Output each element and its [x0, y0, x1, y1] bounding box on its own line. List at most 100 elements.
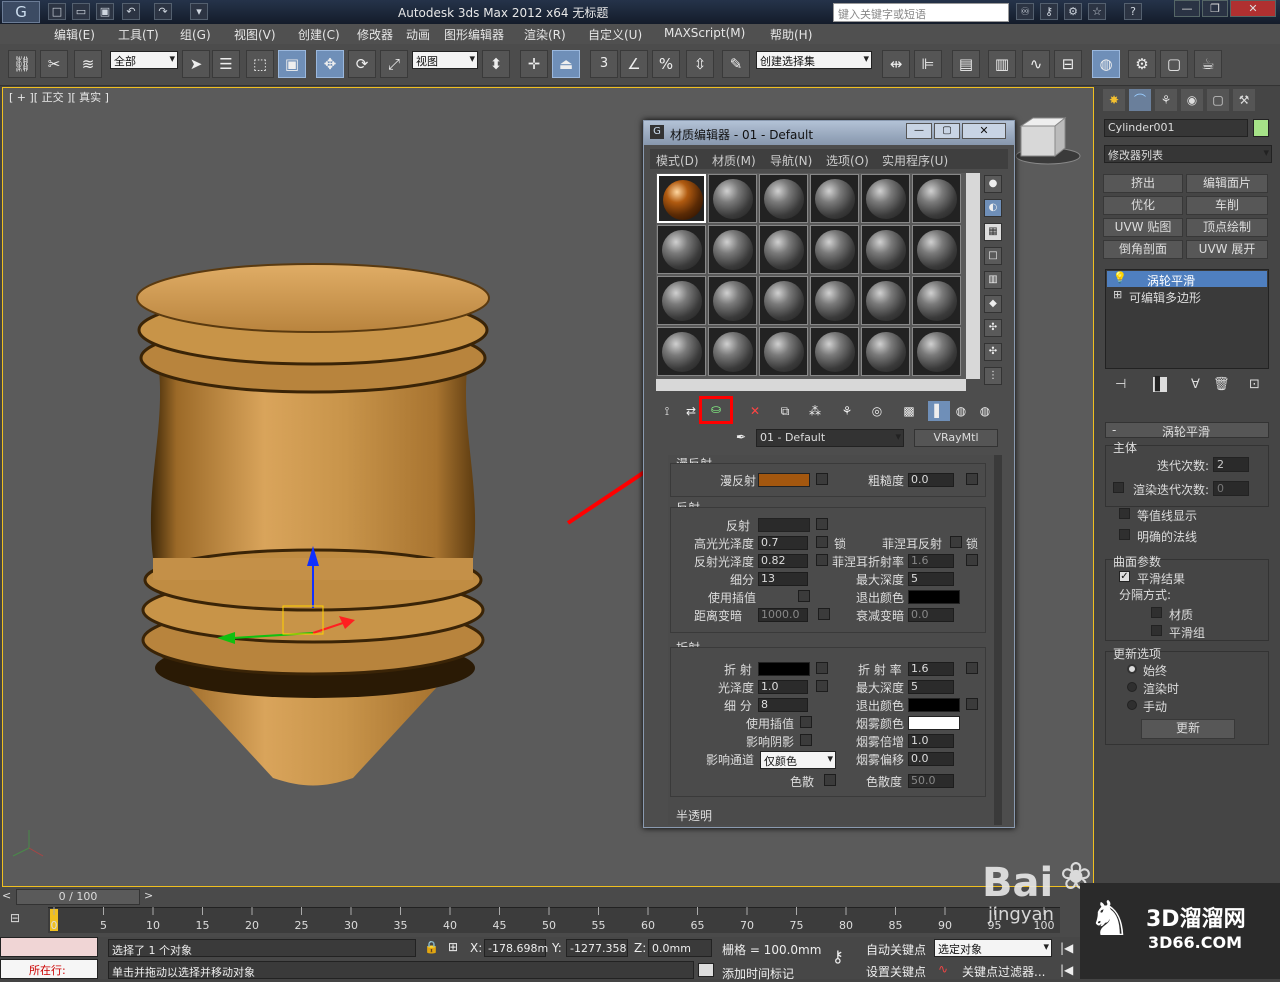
refract-color-swatch[interactable]: [758, 662, 810, 676]
help-icon[interactable]: ?: [1124, 3, 1142, 20]
sample-type-icon[interactable]: ●: [984, 175, 1002, 193]
me-maximize-button[interactable]: ▢: [934, 123, 960, 139]
slots-vertical-scrollbar[interactable]: [966, 173, 980, 379]
selection-filter-dropdown[interactable]: 全部: [110, 51, 178, 69]
add-time-tag-icon[interactable]: [698, 963, 714, 977]
absolute-mode-icon[interactable]: ⊞: [448, 940, 458, 954]
material-name-field[interactable]: 01 - Default: [756, 429, 904, 447]
angle-snap-icon[interactable]: ∠: [620, 50, 648, 78]
open-mini-curve-editor-icon[interactable]: ⊟: [10, 911, 20, 925]
x-coordinate-field[interactable]: -178.698m: [484, 939, 548, 957]
translucency-section-label[interactable]: 半透明: [676, 807, 712, 824]
select-manipulate-icon[interactable]: ✛: [520, 50, 548, 78]
diffuse-map-button[interactable]: [816, 473, 828, 485]
select-object-icon[interactable]: ➤: [182, 50, 210, 78]
menu-animation[interactable]: 动画: [406, 26, 430, 43]
pick-material-eyedropper-icon[interactable]: ✒: [730, 427, 752, 447]
hilight-map-button[interactable]: [816, 536, 828, 548]
reset-map-delete-icon[interactable]: ✕: [744, 401, 766, 421]
make-material-copy-icon[interactable]: ⧉: [774, 401, 796, 421]
fog-bias-spinner[interactable]: 0.0: [908, 752, 954, 766]
smooth-result-checkbox[interactable]: ✓: [1119, 571, 1130, 582]
put-to-library-icon[interactable]: ⚘: [836, 401, 858, 421]
select-scale-icon[interactable]: ⤢: [380, 50, 408, 78]
select-move-icon[interactable]: ✥: [316, 50, 344, 78]
sample-slot[interactable]: [861, 174, 910, 223]
spinner-snap-icon[interactable]: ⇳: [686, 50, 714, 78]
r-use-interp-checkbox[interactable]: [800, 716, 812, 728]
minimize-button[interactable]: —: [1174, 0, 1200, 17]
material-type-button[interactable]: VRayMtl: [914, 429, 998, 447]
named-selection-dropdown[interactable]: 创建选择集: [756, 51, 872, 69]
rendered-frame-window-icon[interactable]: ▢: [1160, 50, 1188, 78]
turned-wooden-model[interactable]: [136, 263, 490, 786]
viewcube-icon[interactable]: [1015, 116, 1081, 165]
open-file-icon[interactable]: ▭: [72, 3, 90, 20]
material-editor-title-bar[interactable]: G 材质编辑器 - 01 - Default — ▢ ✕: [644, 121, 1014, 145]
slots-horizontal-scrollbar[interactable]: [656, 379, 966, 391]
show-shaded-material-icon[interactable]: ▩: [898, 401, 920, 421]
go-to-parent-icon[interactable]: ◍: [950, 401, 972, 421]
go-to-start-icon[interactable]: |◀: [1060, 941, 1073, 955]
menu-group[interactable]: 组(G): [180, 26, 211, 43]
abbe-spinner[interactable]: 50.0: [908, 774, 954, 788]
redo-icon[interactable]: ↷: [154, 3, 172, 20]
mirror-icon[interactable]: ⇹: [882, 50, 910, 78]
object-name-field[interactable]: Cylinder001: [1104, 119, 1248, 137]
use-interp-checkbox[interactable]: [798, 590, 810, 602]
sample-uv-tiling-icon[interactable]: □: [984, 247, 1002, 265]
link-icon[interactable]: ⛓: [8, 50, 36, 78]
undo-icon[interactable]: ↶: [122, 3, 140, 20]
object-color-swatch[interactable]: [1253, 119, 1269, 137]
sample-slot[interactable]: [810, 276, 859, 325]
stack-item-turbosmooth[interactable]: 💡 涡轮平滑: [1107, 271, 1267, 288]
get-material-icon[interactable]: ⟟: [656, 401, 678, 421]
refl-gloss-map-button[interactable]: [816, 554, 828, 566]
unlink-icon[interactable]: ✂: [40, 50, 68, 78]
mod-btn-edit-patch[interactable]: 编辑面片: [1186, 174, 1268, 193]
time-slider[interactable]: 0 / 100: [16, 889, 140, 905]
selected-object-dropdown[interactable]: 选定对象: [934, 939, 1052, 957]
align-icon[interactable]: ⊫: [914, 50, 942, 78]
close-window-button[interactable]: ✕: [1230, 0, 1276, 17]
rect-selection-icon[interactable]: ⬚: [246, 50, 274, 78]
key-icon[interactable]: ⚷: [1040, 3, 1058, 20]
modifier-stack[interactable]: 💡 涡轮平滑 ⊞ 可编辑多边形: [1105, 269, 1269, 369]
video-color-check-icon[interactable]: ▥: [984, 271, 1002, 289]
mod-btn-extrude[interactable]: 挤出: [1103, 174, 1183, 193]
ior-map-button[interactable]: [966, 662, 978, 674]
bind-space-warp-icon[interactable]: ≋: [74, 50, 102, 78]
options-icon[interactable]: ✣: [984, 319, 1002, 337]
parameters-scrollbar[interactable]: [994, 455, 1002, 825]
graphite-tools-icon[interactable]: ▥: [988, 50, 1016, 78]
pivot-center-icon[interactable]: ⬍: [482, 50, 510, 78]
diffuse-color-swatch[interactable]: [758, 473, 810, 487]
auto-key-button[interactable]: 自动关键点: [866, 941, 926, 958]
percent-snap-icon[interactable]: %: [652, 50, 680, 78]
fresnel-ior-spinner[interactable]: 1.6: [908, 554, 954, 568]
slider-prev-icon[interactable]: <: [2, 889, 11, 902]
sample-slot[interactable]: [759, 327, 808, 376]
refract-map-button[interactable]: [816, 662, 828, 674]
sample-slot[interactable]: [657, 225, 706, 274]
affect-channels-dropdown[interactable]: 仅颜色: [760, 751, 836, 769]
sample-slot[interactable]: [912, 174, 961, 223]
r-exit-color-swatch[interactable]: [908, 698, 960, 712]
search-input[interactable]: 键入关键字或短语: [833, 3, 1009, 22]
menu-maxscript[interactable]: MAXScript(M): [664, 26, 745, 40]
sample-slot[interactable]: [912, 225, 961, 274]
menu-edit[interactable]: 编辑(E): [54, 26, 95, 43]
sample-slot[interactable]: [708, 174, 757, 223]
layer-manager-icon[interactable]: ▤: [952, 50, 980, 78]
create-tab-icon[interactable]: ✸: [1103, 89, 1125, 111]
remove-modifier-icon[interactable]: 🗑: [1213, 377, 1230, 392]
material-editor-icon[interactable]: ◍: [1092, 50, 1120, 78]
save-file-icon[interactable]: ▣: [96, 3, 114, 20]
refl-gloss-spinner[interactable]: 0.82: [758, 554, 808, 568]
sample-slot[interactable]: [759, 225, 808, 274]
pin-stack-icon[interactable]: ⊣: [1115, 377, 1126, 392]
modifier-list-dropdown[interactable]: 修改器列表: [1104, 145, 1272, 163]
lock-1-label[interactable]: 锁: [834, 535, 846, 552]
exit-color-swatch[interactable]: [908, 590, 960, 604]
fog-mult-spinner[interactable]: 1.0: [908, 734, 954, 748]
